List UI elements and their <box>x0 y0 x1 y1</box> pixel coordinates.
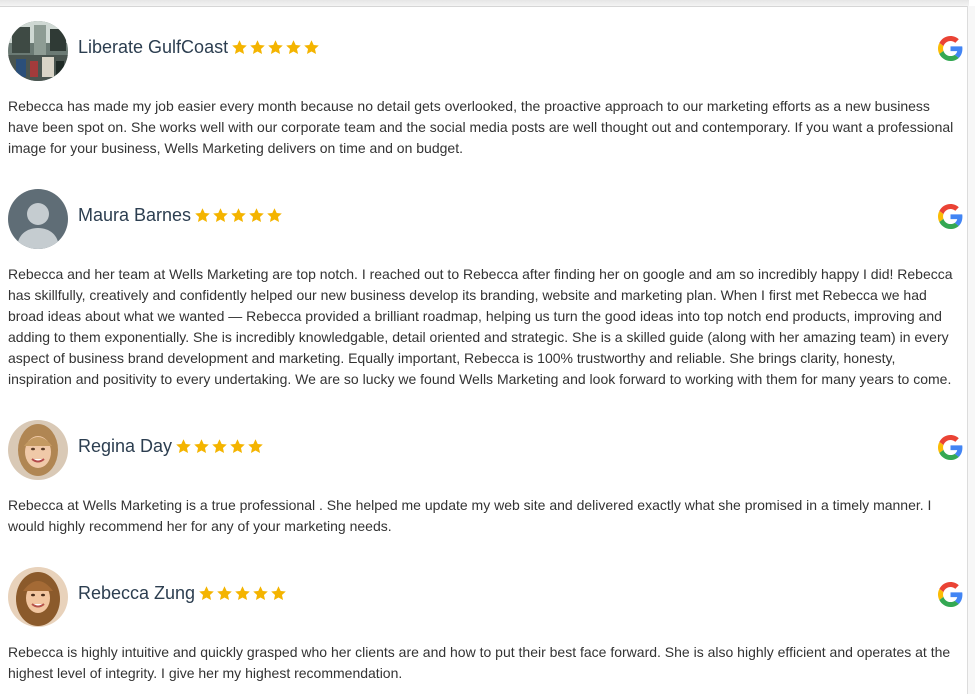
review-text: Rebecca has made my job easier every mon… <box>8 98 954 156</box>
star-icon <box>303 39 320 56</box>
star-rating <box>198 585 287 602</box>
star-icon <box>175 438 192 455</box>
avatar[interactable] <box>8 420 68 480</box>
avatar[interactable] <box>8 567 68 627</box>
reviewer-name[interactable]: Maura Barnes <box>78 205 191 226</box>
star-icon <box>285 39 302 56</box>
reviewer-name[interactable]: Liberate GulfCoast <box>78 37 228 58</box>
star-icon <box>252 585 269 602</box>
avatar-photo-woman-brunette <box>8 567 68 627</box>
star-icon <box>247 438 264 455</box>
star-rating <box>175 438 264 455</box>
avatar-photo-storefront <box>8 21 68 81</box>
star-icon <box>216 585 233 602</box>
google-g-icon[interactable] <box>938 582 963 607</box>
reviewer-name[interactable]: Regina Day <box>78 436 172 457</box>
review-card: Maura Barnes Rebecca and her team at Wel… <box>8 189 963 387</box>
name-row: Liberate GulfCoast <box>78 36 320 58</box>
star-icon <box>249 39 266 56</box>
star-icon <box>231 39 248 56</box>
name-row: Maura Barnes <box>78 204 283 226</box>
review-text: Rebecca is highly intuitive and quickly … <box>8 644 951 681</box>
avatar[interactable] <box>8 189 68 249</box>
star-icon <box>248 207 265 224</box>
star-icon <box>198 585 215 602</box>
review-card: Regina Day Rebecca at Wells Marketing is… <box>8 420 963 534</box>
review-header: Maura Barnes <box>8 189 963 249</box>
star-icon <box>234 585 251 602</box>
star-rating <box>231 39 320 56</box>
star-icon <box>267 39 284 56</box>
review-header: Liberate GulfCoast <box>8 21 963 81</box>
review-text: Rebecca at Wells Marketing is a true pro… <box>8 497 932 534</box>
star-icon <box>193 438 210 455</box>
review-card: Liberate GulfCoast Rebecca has made my j… <box>8 21 963 156</box>
review-text: Rebecca and her team at Wells Marketing … <box>8 266 953 387</box>
star-icon <box>270 585 287 602</box>
google-g-icon[interactable] <box>938 36 963 61</box>
star-icon <box>266 207 283 224</box>
scrollbar[interactable] <box>967 6 975 694</box>
google-g-icon[interactable] <box>938 204 963 229</box>
star-icon <box>229 438 246 455</box>
star-icon <box>212 207 229 224</box>
star-icon <box>194 207 211 224</box>
name-row: Regina Day <box>78 435 264 457</box>
review-header: Rebecca Zung <box>8 567 963 627</box>
google-g-icon[interactable] <box>938 435 963 460</box>
reviewer-name[interactable]: Rebecca Zung <box>78 583 195 604</box>
default-user-icon <box>8 189 68 249</box>
name-row: Rebecca Zung <box>78 582 287 604</box>
star-icon <box>230 207 247 224</box>
avatar-photo-woman-blonde <box>8 420 68 480</box>
review-header: Regina Day <box>8 420 963 480</box>
avatar[interactable] <box>8 21 68 81</box>
star-rating <box>194 207 283 224</box>
reviews-widget: Liberate GulfCoast Rebecca has made my j… <box>0 0 975 694</box>
review-card: Rebecca Zung Rebecca is highly intuitive… <box>8 567 963 681</box>
star-icon <box>211 438 228 455</box>
top-border <box>0 0 969 7</box>
